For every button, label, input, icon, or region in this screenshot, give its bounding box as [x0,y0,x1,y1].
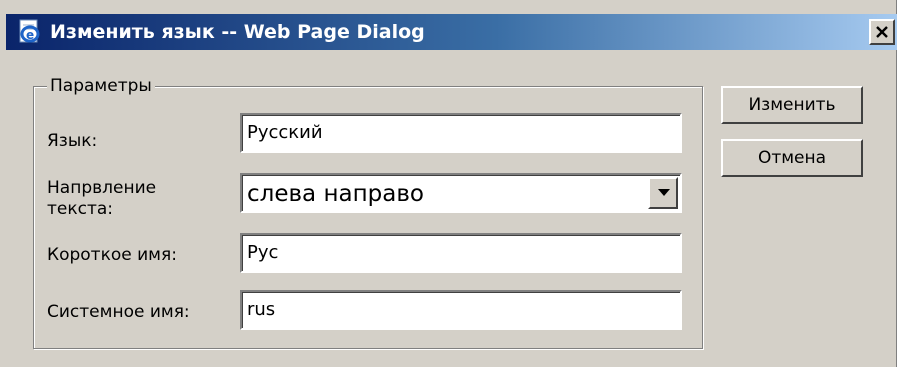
system-name-label: Системное имя: [47,302,190,322]
direction-dropdown-button[interactable] [648,177,678,209]
cancel-button[interactable]: Отмена [721,139,863,177]
language-label: Язык: [47,131,98,151]
short-name-label: Короткое имя: [47,245,177,265]
short-name-value: Рус [247,242,279,263]
close-button[interactable] [869,19,895,45]
close-icon [876,26,888,38]
direction-select[interactable]: слева направо [240,173,682,213]
title-bar[interactable]: e Изменить язык -- Web Page Dialog [6,14,897,50]
system-name-value: rus [247,299,276,320]
chevron-down-icon [658,189,670,196]
direction-label-line1: Напрвление [47,178,157,198]
direction-label-line2: текста: [47,199,114,219]
direction-value: слева направо [247,181,424,207]
system-name-input[interactable]: rus [240,290,682,330]
language-value: Русский [247,122,323,143]
short-name-input[interactable]: Рус [240,233,682,273]
language-input[interactable]: Русский [240,113,682,153]
window-title: Изменить язык -- Web Page Dialog [50,21,425,43]
change-button[interactable]: Изменить [721,86,863,124]
ie-page-icon: e [16,18,44,46]
svg-text:e: e [26,28,34,42]
parameters-legend: Параметры [47,76,155,96]
dialog-window: e Изменить язык -- Web Page Dialog Парам… [0,0,897,367]
